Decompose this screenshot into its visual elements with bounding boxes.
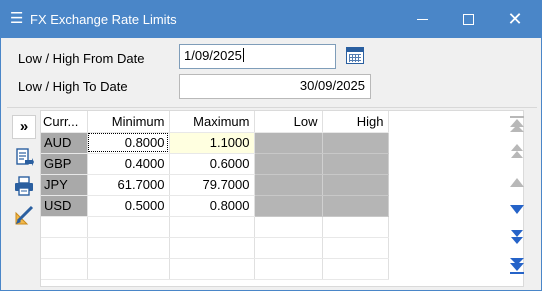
empty-cell: [41, 216, 88, 238]
close-icon: ✕: [507, 9, 523, 29]
currency-cell[interactable]: JPY: [41, 174, 88, 196]
high-cell: [322, 132, 389, 154]
from-date-input[interactable]: 1/09/2025: [179, 44, 336, 69]
maximum-cell[interactable]: 1.1000: [169, 132, 255, 154]
limits-table: Curr... Minimum Maximum Low High AUD 0.8…: [41, 111, 389, 280]
empty-cell: [322, 237, 389, 259]
empty-cell: [41, 258, 88, 280]
currency-cell[interactable]: GBP: [41, 153, 88, 175]
currency-cell[interactable]: USD: [41, 195, 88, 217]
empty-cell: [87, 216, 170, 238]
previous-record-icon: [510, 178, 524, 187]
empty-cell: [322, 258, 389, 280]
maximum-cell[interactable]: 79.7000: [169, 174, 255, 196]
low-cell: [254, 132, 323, 154]
first-record-button[interactable]: [507, 114, 527, 134]
high-cell: [322, 174, 389, 196]
last-record-button[interactable]: [507, 256, 527, 276]
empty-cell: [87, 258, 170, 280]
maximize-button[interactable]: [445, 1, 491, 38]
table-row[interactable]: GBP 0.4000 0.6000: [41, 153, 389, 175]
export-button[interactable]: [12, 147, 36, 171]
minimum-cell[interactable]: 0.5000: [87, 195, 170, 217]
minimum-cell[interactable]: 61.7000: [87, 174, 170, 196]
column-header-currency[interactable]: Curr...: [41, 111, 88, 133]
currency-cell[interactable]: AUD: [41, 132, 88, 154]
edit-ruler-icon: [15, 205, 34, 225]
export-document-icon: [16, 148, 34, 166]
column-header-high[interactable]: High: [322, 111, 389, 133]
to-date-label: Low / High To Date: [18, 79, 128, 94]
column-header-minimum[interactable]: Minimum: [87, 111, 170, 133]
window-title: FX Exchange Rate Limits: [30, 12, 177, 27]
expand-button[interactable]: »: [12, 115, 36, 139]
empty-cell: [169, 258, 255, 280]
table-row[interactable]: JPY 61.7000 79.7000: [41, 174, 389, 196]
column-header-low[interactable]: Low: [254, 111, 323, 133]
page-down-icon: [511, 230, 523, 244]
high-cell: [322, 195, 389, 217]
minimum-cell[interactable]: 0.8000: [87, 132, 170, 154]
low-cell: [254, 195, 323, 217]
fx-limits-window: ☰ FX Exchange Rate Limits ✕ Low / High F…: [0, 0, 542, 291]
low-cell: [254, 153, 323, 175]
empty-row: [41, 237, 389, 259]
next-record-button[interactable]: [507, 200, 527, 220]
maximum-cell[interactable]: 0.8000: [169, 195, 255, 217]
first-record-icon: [510, 116, 524, 132]
empty-row: [41, 258, 389, 280]
to-date-input[interactable]: 30/09/2025: [179, 74, 371, 99]
from-date-label: Low / High From Date: [18, 51, 145, 66]
text-caret: [242, 48, 244, 62]
print-icon: [15, 176, 33, 196]
empty-cell: [41, 237, 88, 259]
minimize-button[interactable]: [399, 1, 445, 38]
high-cell: [322, 153, 389, 175]
page-down-button[interactable]: [507, 227, 527, 247]
title-bar: ☰ FX Exchange Rate Limits ✕: [1, 1, 541, 38]
table-row[interactable]: AUD 0.8000 1.1000: [41, 132, 389, 154]
to-date-value: 30/09/2025: [299, 78, 365, 93]
calendar-icon: [346, 47, 364, 64]
calendar-button[interactable]: [344, 45, 366, 67]
from-date-value: 1/09/2025: [184, 48, 242, 63]
last-record-icon: [510, 258, 524, 274]
empty-cell: [169, 237, 255, 259]
expand-icon: »: [19, 118, 29, 135]
print-button[interactable]: [12, 175, 36, 199]
separator: [7, 107, 537, 108]
edit-button[interactable]: [12, 204, 36, 228]
next-record-icon: [510, 205, 524, 214]
header-row: Curr... Minimum Maximum Low High: [41, 111, 389, 133]
empty-cell: [87, 237, 170, 259]
close-button[interactable]: ✕: [492, 1, 538, 38]
empty-cell: [169, 216, 255, 238]
minimize-icon: [416, 18, 428, 20]
page-up-button[interactable]: [507, 141, 527, 161]
maximize-icon: [462, 13, 474, 25]
empty-cell: [254, 258, 323, 280]
maximum-cell[interactable]: 0.6000: [169, 153, 255, 175]
empty-row: [41, 216, 389, 238]
table-row[interactable]: USD 0.5000 0.8000: [41, 195, 389, 217]
low-cell: [254, 174, 323, 196]
empty-cell: [254, 237, 323, 259]
empty-cell: [254, 216, 323, 238]
limits-grid[interactable]: Curr... Minimum Maximum Low High AUD 0.8…: [40, 110, 524, 287]
empty-cell: [322, 216, 389, 238]
minimum-cell[interactable]: 0.4000: [87, 153, 170, 175]
previous-record-button[interactable]: [507, 172, 527, 192]
column-header-maximum[interactable]: Maximum: [169, 111, 255, 133]
hamburger-menu-icon[interactable]: ☰: [10, 10, 23, 28]
page-up-icon: [511, 144, 523, 158]
